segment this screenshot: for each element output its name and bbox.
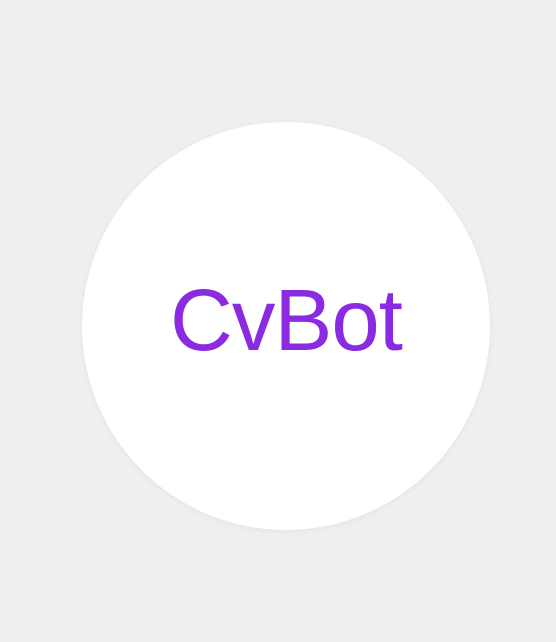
logo-text: CvBot (170, 271, 403, 369)
app-screen: CvBot (0, 0, 556, 642)
logo-circle: CvBot (82, 122, 490, 530)
